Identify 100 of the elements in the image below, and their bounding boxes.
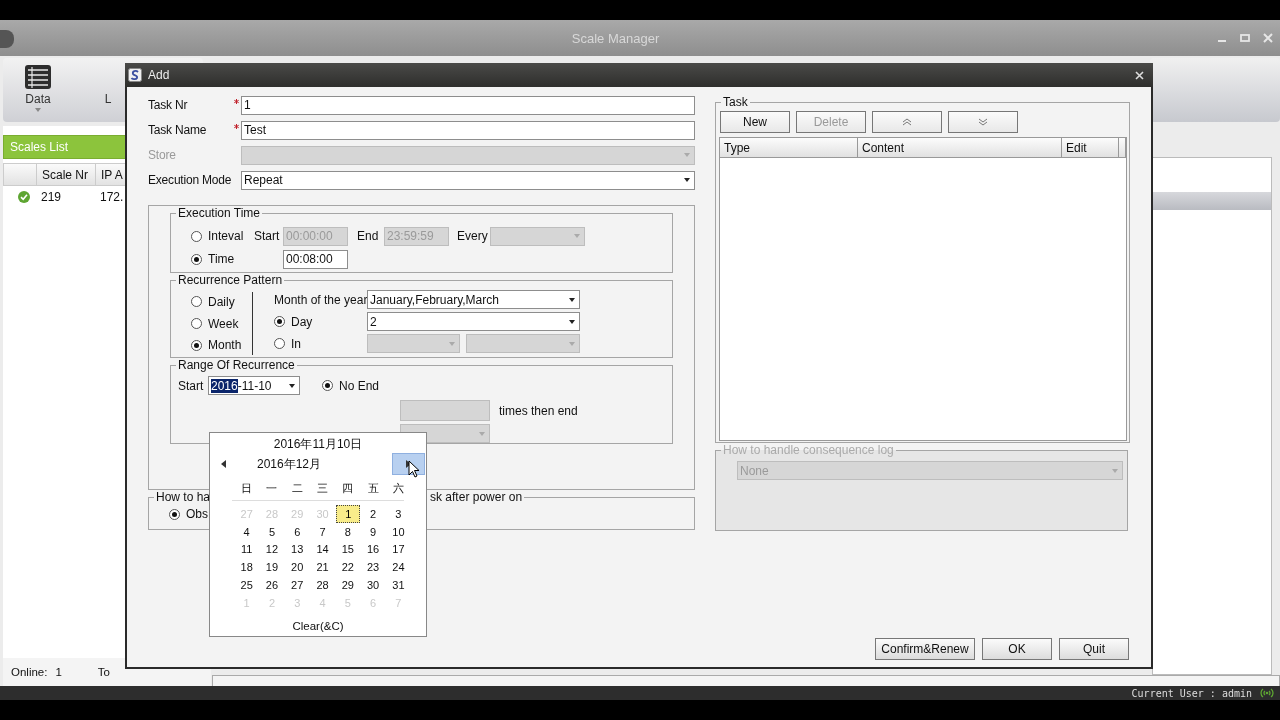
field-label: End xyxy=(356,229,380,243)
calendar-day[interactable]: 8 xyxy=(335,523,361,540)
online-label: Online: xyxy=(11,666,48,678)
field-label: Every xyxy=(456,229,489,243)
close-icon[interactable] xyxy=(1135,70,1144,80)
field-label: Month of the year xyxy=(274,292,367,307)
calendar-day[interactable]: 13 xyxy=(284,541,310,558)
calendar-day[interactable]: 22 xyxy=(335,559,361,576)
radio-label[interactable]: Time xyxy=(208,252,235,266)
dropdown[interactable]: January,February,March xyxy=(367,290,580,309)
field-label: times then end xyxy=(499,403,578,418)
radio-label[interactable]: Daily xyxy=(208,294,235,309)
calendar-day[interactable]: 14 xyxy=(309,541,336,558)
calendar-day[interactable]: 17 xyxy=(385,541,412,558)
radio-button[interactable] xyxy=(191,253,202,265)
table-cell-text: 172. xyxy=(99,189,125,206)
dialog-button[interactable]: Confirm&Renew xyxy=(875,638,975,660)
radio-label[interactable]: No End xyxy=(339,378,380,393)
maximize-icon[interactable] xyxy=(1240,33,1250,43)
caret-icon xyxy=(449,341,455,346)
calendar-day[interactable]: 12 xyxy=(259,541,285,558)
field-label: Task Nr xyxy=(148,98,189,112)
calendar-day[interactable]: 10 xyxy=(385,523,412,540)
radio-button[interactable] xyxy=(322,380,333,391)
dialog-title: Add xyxy=(148,68,170,82)
group-title: Execution Time xyxy=(177,206,262,220)
previous-month-icon[interactable] xyxy=(221,460,226,468)
weekday-label: 五 xyxy=(366,481,380,496)
calendar-day[interactable]: 30 xyxy=(360,577,386,594)
calendar-day[interactable]: 26 xyxy=(259,577,285,594)
calendar-day[interactable]: 25 xyxy=(234,577,260,594)
calendar-day[interactable]: 11 xyxy=(234,541,260,558)
calendar-day[interactable]: 28 xyxy=(309,577,336,594)
calendar-day[interactable]: 29 xyxy=(335,577,361,594)
today-label[interactable]: 2016年11月10日 xyxy=(210,437,426,451)
radio-label[interactable]: Week xyxy=(208,316,239,331)
calendar-day[interactable]: 6 xyxy=(284,523,310,540)
cursor-icon xyxy=(408,460,420,478)
calendar-day[interactable]: 3 xyxy=(385,506,412,522)
task-button[interactable]: New xyxy=(720,111,790,133)
total-label: To xyxy=(97,666,110,678)
text-field[interactable]: 1 xyxy=(241,95,695,115)
calendar-day[interactable]: 5 xyxy=(259,523,285,540)
column-header[interactable]: Scale Nr xyxy=(37,164,96,185)
radio-label[interactable]: In xyxy=(291,336,301,351)
calendar-day[interactable]: 19 xyxy=(259,559,285,576)
group-title: How to ha xyxy=(156,490,211,504)
column-header[interactable]: Type xyxy=(720,138,858,158)
dropdown[interactable]: Repeat xyxy=(241,170,695,190)
group-title: How to handle consequence log xyxy=(722,443,895,457)
caret-icon xyxy=(479,431,485,436)
weekday-label: 一 xyxy=(265,481,279,496)
calendar-day[interactable]: 31 xyxy=(385,577,412,594)
radio-button[interactable] xyxy=(191,318,202,329)
double-chevron-up-icon xyxy=(902,118,912,126)
calendar-day[interactable]: 2 xyxy=(360,506,386,522)
calendar-day[interactable]: 27 xyxy=(284,577,310,594)
panel-title: Scales List xyxy=(10,140,69,154)
calendar-day[interactable]: 21 xyxy=(309,559,336,576)
calendar-day[interactable]: 16 xyxy=(360,541,386,558)
radio-button[interactable] xyxy=(274,316,285,327)
clear-link[interactable]: Clear(&C) xyxy=(210,620,426,632)
weekday-label: 日 xyxy=(240,481,254,496)
calendar-day[interactable]: 18 xyxy=(234,559,260,576)
toolbar-button[interactable]: Data xyxy=(3,58,73,122)
radio-label[interactable]: Month xyxy=(208,338,242,353)
text-field[interactable]: Test xyxy=(241,120,695,140)
calendar-day[interactable]: 15 xyxy=(335,541,361,558)
radio-label[interactable]: Obs xyxy=(186,507,208,521)
radio-button[interactable] xyxy=(191,339,202,351)
weekday-label: 三 xyxy=(316,481,330,496)
dropdown[interactable]: 2 xyxy=(367,312,580,331)
caret-icon xyxy=(289,383,295,388)
calendar-day[interactable]: 7 xyxy=(309,523,336,540)
dialog-button[interactable]: Quit xyxy=(1059,638,1129,660)
radio-button[interactable] xyxy=(274,338,285,349)
group-title: Recurrence Pattern xyxy=(177,273,284,287)
date-field[interactable]: 2016-11-10 xyxy=(208,376,300,395)
move-down-button[interactable] xyxy=(948,111,1018,133)
column-header[interactable]: Content xyxy=(858,138,1062,158)
column-header[interactable] xyxy=(1119,138,1126,158)
calendar-day[interactable]: 20 xyxy=(284,559,310,576)
calendar-day[interactable]: 9 xyxy=(360,523,386,540)
count-field[interactable] xyxy=(400,400,490,421)
column-header[interactable]: Edit xyxy=(1062,138,1119,158)
radio-button[interactable] xyxy=(191,296,202,308)
calendar-day[interactable]: 23 xyxy=(360,559,386,576)
time-field[interactable]: 00:08:00 xyxy=(283,249,348,269)
radio-label[interactable]: Day xyxy=(291,314,313,329)
radio-button[interactable] xyxy=(169,508,180,520)
caret-icon xyxy=(684,178,690,182)
move-up-button[interactable] xyxy=(872,111,942,133)
current-user: Current User : admin xyxy=(1131,687,1252,699)
online-count: 1 xyxy=(55,666,62,678)
calendar-day[interactable]: 4 xyxy=(234,523,260,540)
calendar-day[interactable]: 24 xyxy=(385,559,412,576)
dialog-button[interactable]: OK xyxy=(982,638,1052,660)
weekday-label: 二 xyxy=(290,481,304,496)
signal-icon xyxy=(1260,687,1274,699)
calendar-day[interactable]: 1 xyxy=(336,505,361,523)
